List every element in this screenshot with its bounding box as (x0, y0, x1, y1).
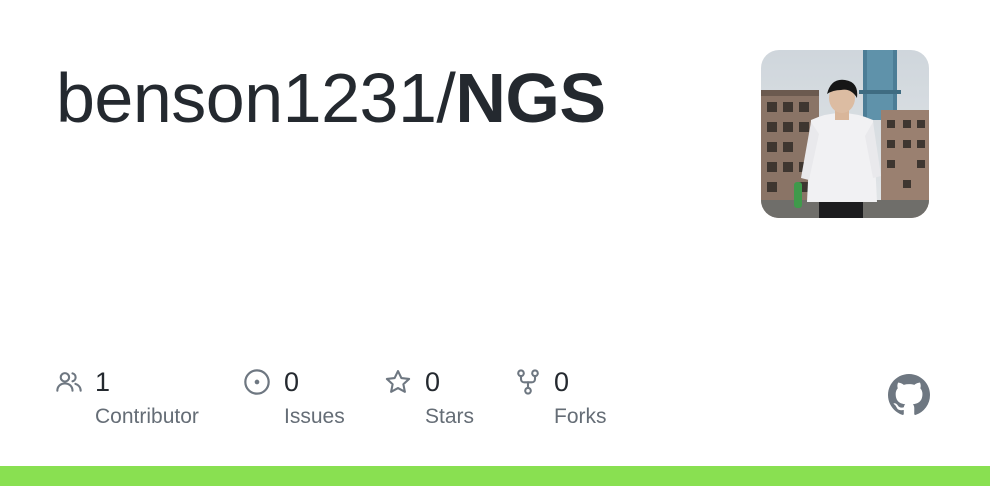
issues-stat[interactable]: 0 Issues (243, 364, 363, 434)
forks-label: Forks (554, 405, 607, 428)
repo-title[interactable]: benson1231/NGS (56, 56, 606, 140)
github-logo-icon[interactable] (888, 374, 930, 416)
issue-opened-icon (244, 369, 270, 395)
people-icon (56, 372, 82, 392)
forks-stat[interactable]: 0 Forks (514, 364, 624, 434)
language-color-bar (0, 466, 990, 486)
contributors-label: Contributor (95, 405, 199, 428)
stars-label: Stars (425, 405, 475, 428)
stars-count: 0 (425, 367, 441, 397)
repo-owner[interactable]: benson1231/ (56, 59, 456, 137)
contributors-count: 1 (95, 367, 111, 397)
repo-forked-icon (517, 369, 539, 395)
avatar-photo (761, 50, 929, 218)
contributors-stat[interactable]: 1 Contributor (55, 364, 225, 434)
issues-label: Issues (284, 405, 345, 428)
repo-name[interactable]: NGS (455, 59, 606, 137)
stars-stat[interactable]: 0 Stars (384, 364, 494, 434)
owner-avatar[interactable] (761, 50, 929, 218)
issues-count: 0 (284, 367, 300, 397)
forks-count: 0 (554, 367, 570, 397)
star-icon (385, 369, 411, 393)
